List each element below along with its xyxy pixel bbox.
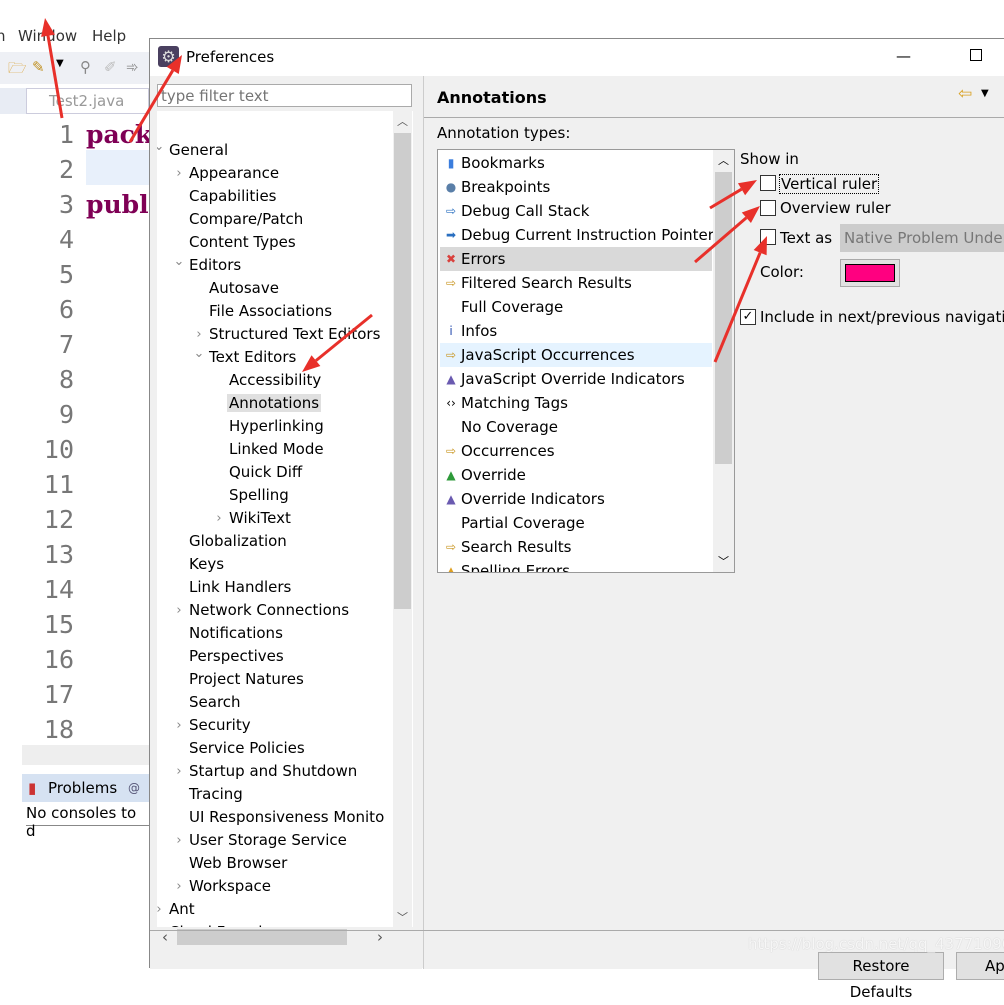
- arrow-shaft: [713, 252, 762, 363]
- arrow-head: [41, 18, 55, 37]
- annotation-arrows: [41, 18, 767, 372]
- arrow-shaft: [46, 35, 64, 119]
- arrow-shaft: [315, 313, 373, 362]
- arrow-shaft: [694, 216, 748, 264]
- arrow-head: [737, 180, 757, 196]
- arrow-head: [166, 55, 182, 75]
- arrow-shaft: [128, 69, 175, 143]
- arrow-head: [753, 236, 767, 256]
- arrow-shaft: [709, 187, 743, 210]
